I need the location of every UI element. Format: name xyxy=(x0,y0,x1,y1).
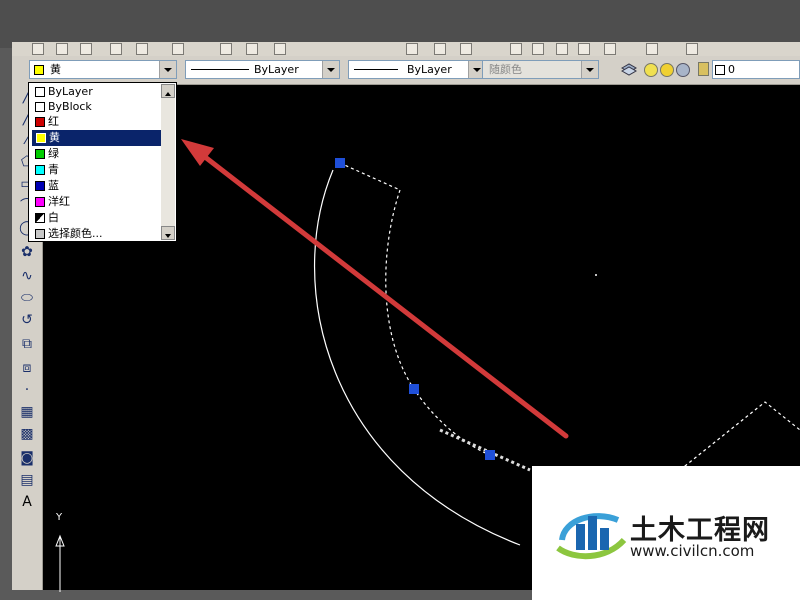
linetype-sample xyxy=(191,69,249,70)
watermark-url: www.civilcn.com xyxy=(630,542,755,560)
color-option-blue[interactable]: 蓝 xyxy=(31,178,162,194)
layer-on-bulb-icon[interactable] xyxy=(644,63,658,77)
grip-top xyxy=(335,158,345,168)
color-option-cyan[interactable]: 青 xyxy=(31,162,162,178)
color-option-yellow[interactable]: 黄 xyxy=(32,130,163,146)
dropdown-scrollbar[interactable] xyxy=(161,84,175,240)
color-option-select-color[interactable]: 选择颜色... xyxy=(31,226,162,242)
color-combo-value: 黄 xyxy=(50,63,61,76)
ellipse-icon[interactable]: ⬭ xyxy=(19,290,35,306)
markup-icon[interactable] xyxy=(604,43,616,55)
chevron-down-icon[interactable] xyxy=(322,61,339,78)
selected-arc xyxy=(385,189,491,456)
color-swatch xyxy=(35,181,45,191)
grip-mid xyxy=(409,384,419,394)
layer-lock-icon[interactable] xyxy=(698,62,709,76)
color-option-byblock[interactable]: ByBlock xyxy=(31,99,162,115)
spline-icon[interactable]: ∿ xyxy=(19,268,35,284)
zoom-window-icon[interactable] xyxy=(460,43,472,55)
lineweight-combo[interactable]: ByLayer xyxy=(348,60,486,79)
preview-icon[interactable] xyxy=(136,43,148,55)
color-option-bylayer[interactable]: ByLayer xyxy=(31,84,162,100)
gradient-icon[interactable]: ▩ xyxy=(19,426,35,442)
pan-icon[interactable] xyxy=(406,43,418,55)
layer-color-swatch xyxy=(715,65,725,75)
polyline-right xyxy=(679,401,800,471)
help-icon[interactable] xyxy=(686,43,698,55)
color-option-red[interactable]: 红 xyxy=(31,114,162,130)
hatch-icon[interactable]: ▦ xyxy=(19,404,35,420)
color-option-white[interactable]: 白 xyxy=(31,210,162,226)
text-icon[interactable]: A xyxy=(19,494,35,510)
revcloud-icon[interactable]: ✿ xyxy=(19,244,35,260)
layer-viewport-icon[interactable] xyxy=(676,63,690,77)
layer-combo[interactable]: 0 xyxy=(712,60,800,79)
ellipse-arc-icon[interactable]: ↺ xyxy=(19,312,35,328)
color-dropdown-list[interactable]: ByLayer ByBlock 红 黄 绿 青 蓝 洋红 白 选择颜色... xyxy=(28,82,177,242)
copy-icon[interactable] xyxy=(220,43,232,55)
calc-icon[interactable] xyxy=(646,43,658,55)
save-icon[interactable] xyxy=(80,43,92,55)
color-swatch xyxy=(35,102,45,112)
properties-icon[interactable] xyxy=(510,43,522,55)
linetype-combo-value: ByLayer xyxy=(254,63,299,76)
color-swatch xyxy=(36,133,46,143)
print-icon[interactable] xyxy=(110,43,122,55)
color-swatch xyxy=(35,213,45,223)
color-swatch xyxy=(35,197,45,207)
insert-block-icon[interactable]: ⧉ xyxy=(19,336,35,352)
color-swatch xyxy=(35,149,45,159)
linetype-combo[interactable]: ByLayer xyxy=(185,60,340,79)
cut-icon[interactable] xyxy=(172,43,184,55)
zoom-icon[interactable] xyxy=(434,43,446,55)
scroll-down-button[interactable] xyxy=(161,226,175,240)
sheet-set-icon[interactable] xyxy=(578,43,590,55)
match-icon[interactable] xyxy=(274,43,286,55)
layer-freeze-sun-icon[interactable] xyxy=(660,63,674,77)
region-icon[interactable]: ◙ xyxy=(19,450,35,466)
color-swatch xyxy=(34,65,44,75)
chevron-down-icon[interactable] xyxy=(159,61,176,78)
properties-toolbar: 黄 ByLayer ByLayer 随颜色 0 xyxy=(12,56,800,85)
paste-icon[interactable] xyxy=(246,43,258,55)
point-icon[interactable]: · xyxy=(19,382,35,398)
plotstyle-combo-value: 随颜色 xyxy=(489,63,522,76)
design-center-icon[interactable] xyxy=(532,43,544,55)
ucs-y-label: Y xyxy=(56,512,63,523)
selected-end-line xyxy=(339,162,401,191)
point-marker xyxy=(595,274,597,276)
watermark-logo: 土木工程网 www.civilcn.com xyxy=(532,466,800,600)
palette-icon xyxy=(35,229,45,239)
layer-manager-icon[interactable] xyxy=(620,60,638,78)
chevron-down-icon[interactable] xyxy=(581,61,598,78)
make-block-icon[interactable]: ⧈ xyxy=(19,360,35,376)
lineweight-sample xyxy=(354,69,398,70)
plotstyle-combo[interactable]: 随颜色 xyxy=(482,60,599,79)
open-icon[interactable] xyxy=(56,43,68,55)
color-option-green[interactable]: 绿 xyxy=(31,146,162,162)
color-option-magenta[interactable]: 洋红 xyxy=(31,194,162,210)
watermark-building-icon xyxy=(556,513,627,560)
table-icon[interactable]: ▤ xyxy=(19,472,35,488)
color-swatch xyxy=(35,117,45,127)
layer-combo-value: 0 xyxy=(728,63,735,76)
scroll-up-button[interactable] xyxy=(161,84,175,98)
ucs-icon: Y xyxy=(52,512,72,592)
color-swatch xyxy=(35,165,45,175)
color-combo[interactable]: 黄 xyxy=(29,60,177,79)
tool-palette-icon[interactable] xyxy=(556,43,568,55)
outer-arc xyxy=(313,169,521,546)
annotation-arrow-shaft xyxy=(193,147,569,439)
new-icon[interactable] xyxy=(32,43,44,55)
standard-toolbar xyxy=(12,42,800,57)
lineweight-combo-value: ByLayer xyxy=(407,63,452,76)
grip-end xyxy=(485,450,495,460)
color-swatch xyxy=(35,87,45,97)
